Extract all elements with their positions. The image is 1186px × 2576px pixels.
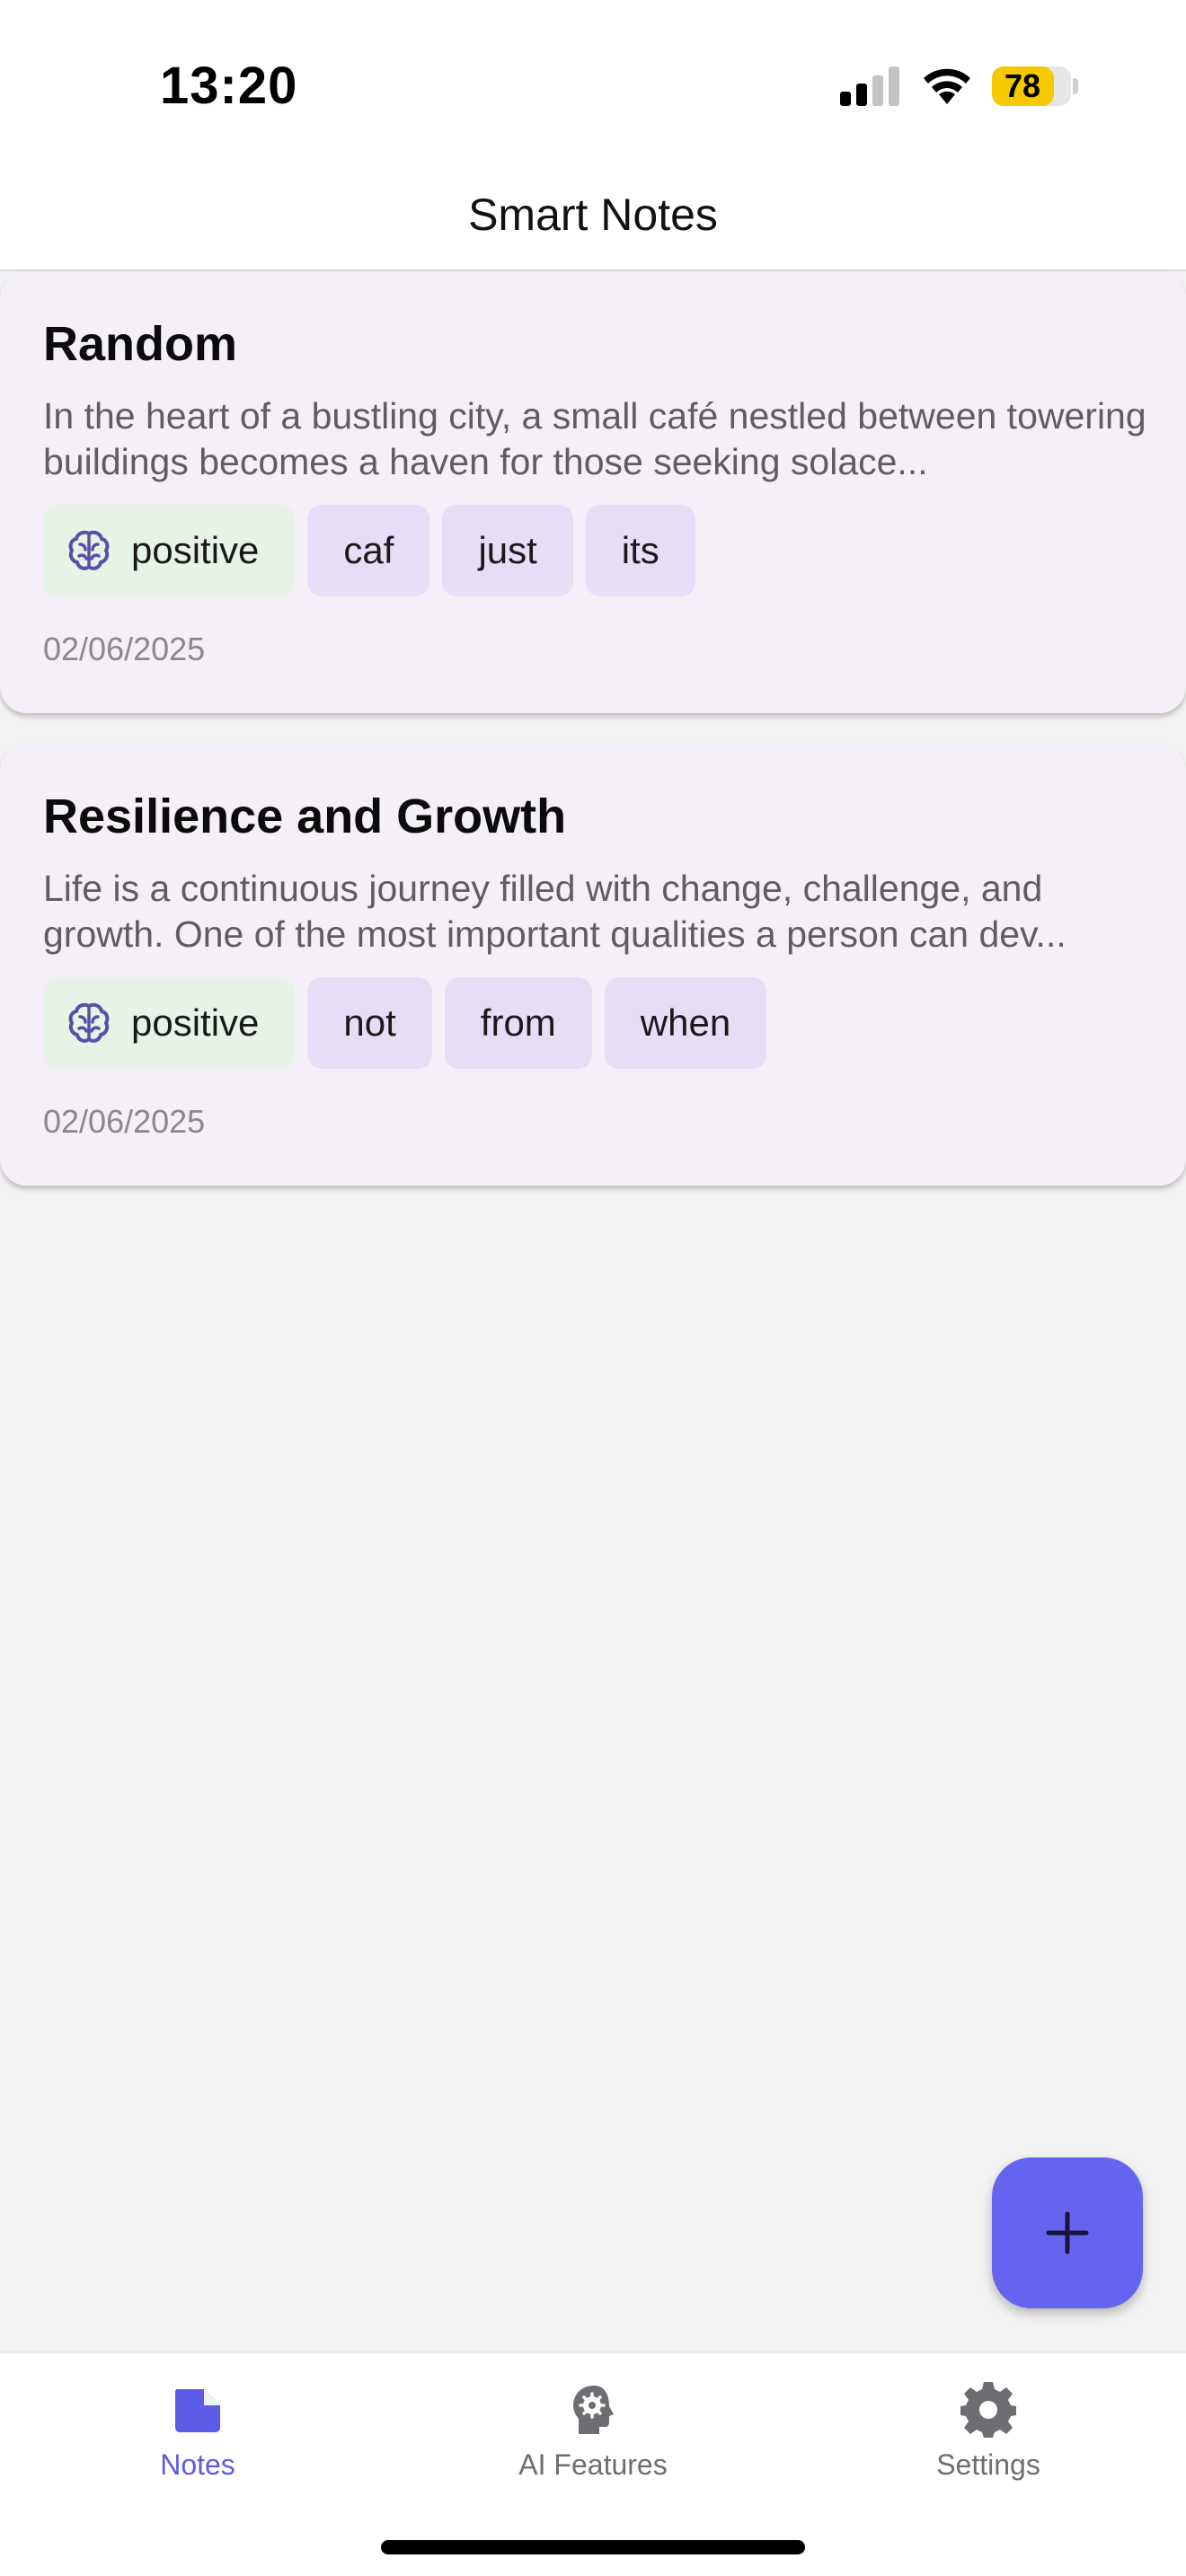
add-note-button[interactable] bbox=[992, 2157, 1143, 2308]
sentiment-label: positive bbox=[131, 529, 260, 571]
note-title: Random bbox=[43, 317, 237, 371]
wifi-icon bbox=[924, 68, 970, 104]
note-icon bbox=[175, 2389, 220, 2432]
keyword-chip: when bbox=[604, 977, 767, 1069]
status-bar: 13:20 78 bbox=[0, 0, 1186, 162]
nav-item-notes[interactable]: Notes bbox=[63, 2380, 332, 2506]
note-date: 02/06/2025 bbox=[43, 631, 206, 667]
nav-label: Notes bbox=[160, 2448, 235, 2481]
note-card[interactable]: Random In the heart of a bustling city, … bbox=[0, 271, 1186, 713]
keyword-chip: just bbox=[442, 505, 573, 596]
nav-label: AI Features bbox=[518, 2448, 668, 2481]
keyword-chip: not bbox=[307, 977, 432, 1069]
brain-icon bbox=[68, 530, 110, 570]
tag-row: positive not from when bbox=[43, 977, 767, 1069]
sentiment-chip: positive bbox=[43, 977, 296, 1069]
note-date: 02/06/2025 bbox=[43, 1103, 206, 1140]
keyword-chip: its bbox=[585, 505, 695, 596]
nav-label: Settings bbox=[936, 2448, 1040, 2481]
note-preview: In the heart of a bustling city, a small… bbox=[43, 395, 1146, 482]
keyword-chip: from bbox=[444, 977, 592, 1069]
nav-item-settings[interactable]: Settings bbox=[854, 2380, 1123, 2506]
page-title: Smart Notes bbox=[468, 190, 718, 240]
sentiment-label: positive bbox=[131, 1001, 260, 1044]
tag-row: positive caf just its bbox=[43, 505, 695, 596]
battery-percentage: 78 bbox=[1005, 67, 1041, 104]
note-card[interactable]: Resilience and Growth Life is a continuo… bbox=[0, 744, 1186, 1186]
app-bar: Smart Notes bbox=[0, 162, 1186, 271]
home-indicator[interactable] bbox=[381, 2540, 805, 2554]
battery-nub bbox=[1073, 78, 1078, 94]
status-time: 13:20 bbox=[160, 57, 298, 115]
ai-head-icon bbox=[573, 2386, 614, 2434]
note-title: Resilience and Growth bbox=[43, 790, 567, 843]
battery-icon: 78 bbox=[992, 66, 1071, 106]
nav-item-ai-features[interactable]: AI Features bbox=[458, 2380, 728, 2506]
cellular-signal-icon bbox=[840, 66, 899, 106]
keyword-chip: caf bbox=[307, 505, 430, 596]
plus-icon bbox=[1046, 2211, 1089, 2254]
note-preview: Life is a continuous journey filled with… bbox=[43, 868, 1067, 955]
brain-icon bbox=[68, 1002, 110, 1043]
gear-icon bbox=[960, 2382, 1016, 2438]
sentiment-chip: positive bbox=[43, 505, 296, 596]
